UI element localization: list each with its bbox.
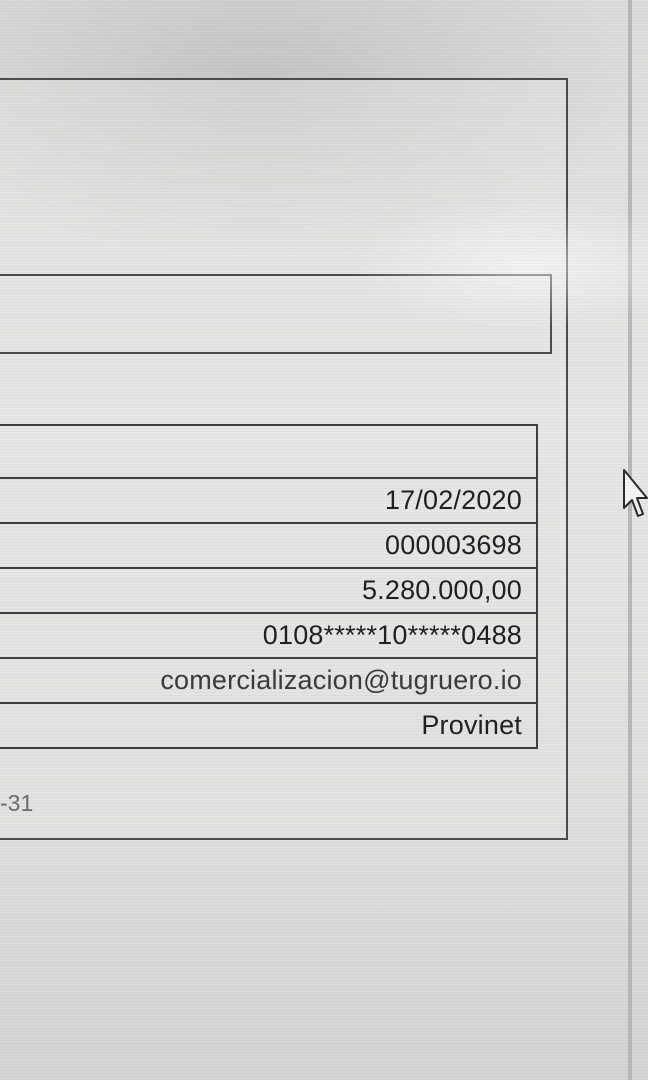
table-row-email: comercializacion@tugruero.io <box>0 659 536 704</box>
date-value: 17/02/2020 <box>384 485 522 515</box>
transaction-details-table: 17/02/2020 000003698 5.280.000,00 0108**… <box>0 424 538 749</box>
table-row-reference: 000003698 <box>0 524 536 569</box>
account-value: 0108*****10*****0488 <box>262 620 522 650</box>
channel-value: Provinet <box>421 710 522 740</box>
table-row-amount: 5.280.000,00 <box>0 569 536 614</box>
window-edge <box>628 0 632 1080</box>
table-row-account: 0108*****10*****0488 <box>0 614 536 659</box>
reference-value: 000003698 <box>385 530 522 560</box>
table-row-channel: Provinet <box>0 704 536 749</box>
info-box <box>0 274 552 354</box>
amount-value: 5.280.000,00 <box>361 575 522 605</box>
table-header-row <box>0 426 536 479</box>
table-row-date: 17/02/2020 <box>0 479 536 524</box>
email-value: comercializacion@tugruero.io <box>160 665 522 695</box>
mouse-cursor-icon <box>623 469 648 517</box>
footer-text-fragment: -31 <box>0 790 34 816</box>
